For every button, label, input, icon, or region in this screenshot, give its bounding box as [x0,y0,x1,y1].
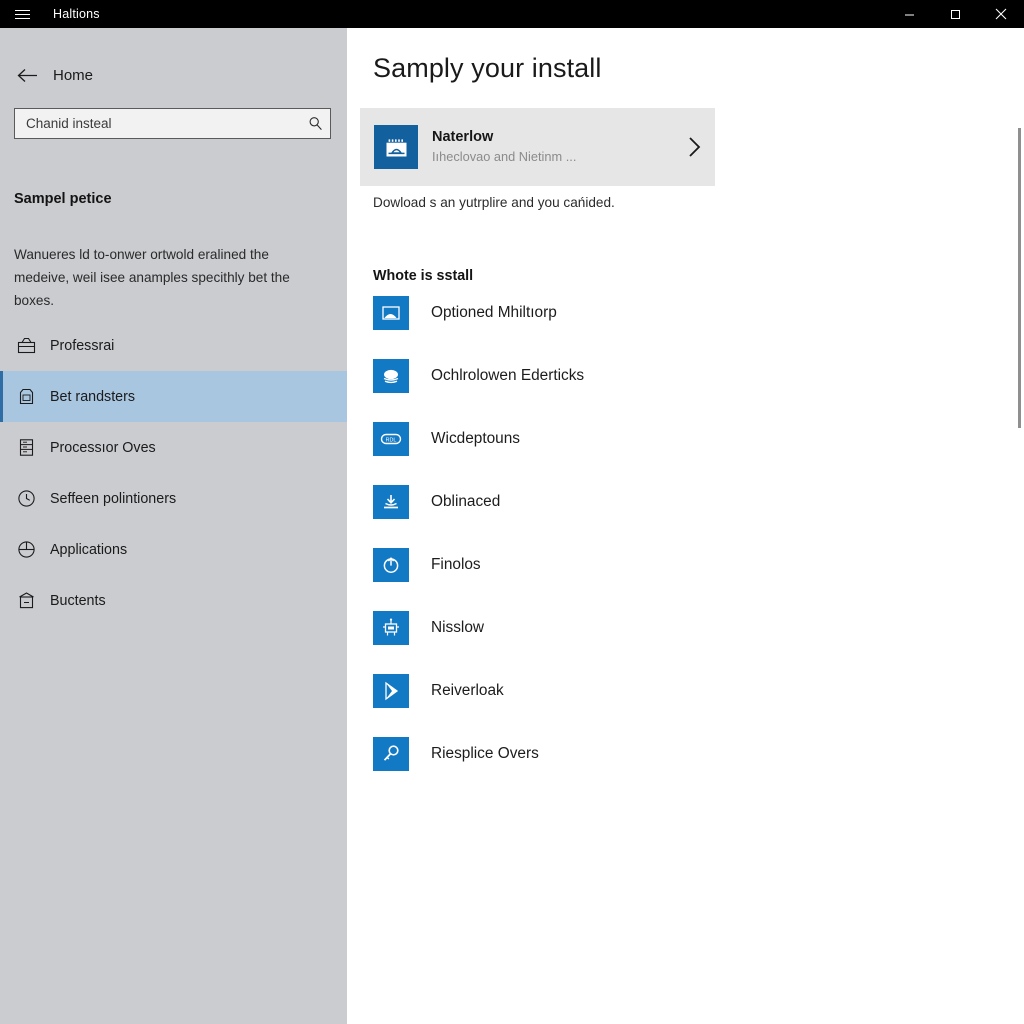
search-input[interactable] [15,116,300,131]
sidebar-item-buctents[interactable]: Buctents [0,575,347,626]
sidebar-item-label: Buctents [50,592,106,609]
hamburger-icon[interactable] [0,0,44,28]
close-button[interactable] [978,0,1024,28]
list-item-label: Optioned Mhiltıorp [431,303,557,321]
vertical-scrollbar[interactable] [1012,28,1024,1024]
list-item[interactable]: Nisslow [373,596,973,659]
list-item-label: Wicdeptouns [431,429,520,447]
sidebar-item-label: Bet randsters [50,388,136,405]
globe-icon [14,538,38,562]
list-item[interactable]: Riesplice Overs [373,722,973,785]
server-icon [14,436,38,460]
sidebar-item-label: Applications [50,541,128,558]
refresh-circle-icon [373,547,409,582]
featured-app-name: Naterlow [432,129,494,145]
page-title: Samply your install [373,53,602,83]
list-item[interactable]: Ochlrolowen Ederticks [373,344,973,407]
download-icon [373,484,409,519]
search-box[interactable] [14,108,331,139]
cloud-icon [373,358,409,393]
featured-app-subtitle: Iıheclovao and Nietinm ... [432,149,577,164]
sidebar-item-label: Processıor Oves [50,439,156,456]
search-icon[interactable] [300,116,330,131]
image-icon [373,295,409,330]
sidebar-item-professrai[interactable]: Professrai [0,320,347,371]
sidebar-item-seffeen-polintioners[interactable]: Seffeen polintioners [0,473,347,524]
sidebar-item-applications[interactable]: Applications [0,524,347,575]
scrollbar-thumb[interactable] [1018,128,1021,428]
title-bar: Haltions [0,0,1024,28]
chevron-right-icon[interactable] [673,135,715,159]
list-item-label: Reiverloak [431,681,504,699]
back-home-label: Home [53,66,94,84]
calendar-store-icon [374,125,418,169]
sidebar-nav-list: Professrai Bet randsters Processıor Oves… [0,320,347,626]
list-item[interactable]: Optioned Mhiltıorp [373,281,973,344]
list-item-label: Riesplice Overs [431,744,539,762]
window-controls [886,0,1024,28]
featured-app-text: Naterlow Iıheclovao and Nietinm ... [432,128,673,166]
list-item-label: Finolos [431,555,481,573]
minimize-button[interactable] [886,0,932,28]
back-home-button[interactable]: Home [14,58,347,92]
bag-icon [14,385,38,409]
clock-icon [14,487,38,511]
maximize-button[interactable] [932,0,978,28]
list-item-label: Nisslow [431,618,485,636]
robot-icon [373,610,409,645]
back-arrow-icon [14,62,40,88]
key-icon [373,736,409,771]
featured-app-card[interactable]: Naterlow Iıheclovao and Nietinm ... [360,108,715,186]
sidebar-item-label: Seffeen polintioners [50,490,177,507]
sidebar-description: Wanueres ld to-onwer ortwold eralined th… [14,247,290,308]
svg-text:RDL: RDL [386,437,397,443]
sidebar-item-bet-randsters[interactable]: Bet randsters [0,371,347,422]
sidebar-item-label: Professrai [50,337,115,354]
sidebar: Home Sampel petice Wanueres ld to-onwer … [0,28,347,1024]
list-item-label: Oblinaced [431,492,501,510]
archive-icon [14,589,38,613]
list-item[interactable]: Finolos [373,533,973,596]
app-window: Haltions Home Chanid insteal Sampel peti… [0,0,1024,1024]
list-item[interactable]: RDL Wicdeptouns [373,407,973,470]
card-note: Dowload s an yutrplire and you cańided. [373,195,615,210]
list-item-label: Ochlrolowen Ederticks [431,366,585,384]
sidebar-item-processior-oves[interactable]: Processıor Oves [0,422,347,473]
list-item[interactable]: Reiverloak [373,659,973,722]
app-list: Optioned Mhiltıorp Ochlrolowen Ederticks [373,281,973,785]
pill-badge-icon: RDL [373,421,409,456]
sidebar-heading: Sampel petice [14,191,112,207]
window-title: Haltions [53,7,100,21]
main-content: Samply your install Naterlow Iıheclovao … [347,28,1024,1024]
play-icon [373,673,409,708]
list-item[interactable]: Oblinaced [373,470,973,533]
toolbox-icon [14,334,38,358]
